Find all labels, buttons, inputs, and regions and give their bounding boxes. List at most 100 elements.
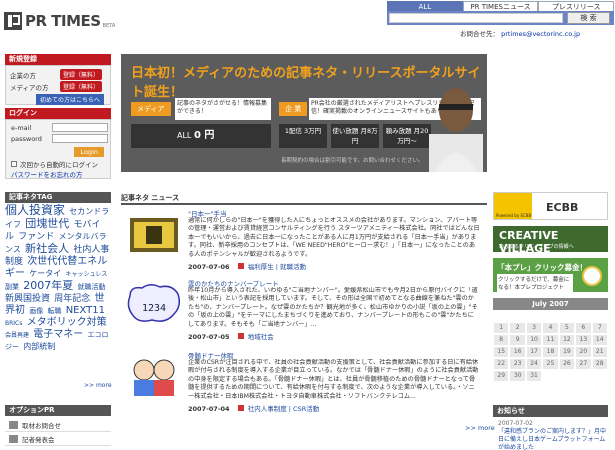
search-input[interactable]: [389, 13, 563, 23]
tag-link[interactable]: ケータイ: [29, 269, 61, 278]
register-company-button[interactable]: 登録（無料）: [60, 69, 103, 80]
registration-row-media: メディアの方 登録（無料）: [10, 81, 110, 92]
calendar-day[interactable]: 14: [592, 335, 607, 345]
calendar-day[interactable]: 30: [510, 371, 525, 381]
login-button[interactable]: Login: [74, 147, 104, 157]
media-price-prefix: ALL: [177, 131, 192, 140]
tag-link[interactable]: 会員再建: [5, 332, 29, 339]
option-list: 取材お問合せ 記者発表会: [5, 418, 111, 446]
ecbb-banner[interactable]: ECBB Powered by ECBB: [493, 192, 608, 220]
calendar-day[interactable]: 4: [543, 323, 558, 333]
tag-link[interactable]: 個人投資家: [5, 203, 65, 217]
calendar-day[interactable]: 20: [576, 347, 591, 357]
register-media-button[interactable]: 登録（無料）: [60, 81, 103, 92]
tag-link[interactable]: 団塊世代: [25, 217, 69, 230]
info-text[interactable]: 「違和感ブランのご案内します？」月中日に備えし日本ゲームプラットフォームが始めま…: [498, 428, 606, 450]
tag-link[interactable]: 電子マネー: [33, 329, 83, 340]
option-item[interactable]: 記者発表会: [5, 432, 111, 446]
news-meta: 2007-07-05 地域社会: [188, 331, 274, 341]
tag-link[interactable]: 副業: [5, 283, 19, 291]
news-more-link[interactable]: >> more: [465, 424, 495, 432]
calendar-day[interactable]: 15: [494, 347, 509, 357]
tag-link[interactable]: ファンド: [18, 232, 54, 242]
news-item[interactable]: 1234 雲のかたちのナンバープレート 昨年10月から導入された、いわゆる"ご当…: [121, 278, 487, 344]
calendar-day[interactable]: 21: [592, 347, 607, 357]
calendar-day[interactable]: 26: [559, 359, 575, 369]
calendar-day[interactable]: 25: [543, 359, 558, 369]
info-heading: お知らせ: [493, 405, 608, 417]
tag-link[interactable]: 新社会人: [25, 242, 69, 255]
press-conference-icon: [9, 434, 18, 443]
calendar-day[interactable]: 10: [526, 335, 542, 345]
calendar-day[interactable]: 31: [526, 371, 542, 381]
news-categories[interactable]: 地域社会: [248, 333, 274, 341]
tag-link[interactable]: メタボリック対策: [27, 317, 107, 328]
calendar-day[interactable]: 24: [526, 359, 542, 369]
password-field[interactable]: [52, 134, 108, 143]
news-item[interactable]: "日本一"手当 通常に何かしらの"日本一"を獲得した人にちょっとオススメの会社が…: [121, 208, 487, 274]
news-categories[interactable]: 社内人事制度 | CSR活動: [248, 405, 320, 413]
calendar-day[interactable]: 6: [576, 323, 591, 333]
creative-village-banner[interactable]: CREATIVE VILLAGE あらゆるクリエイティブの情報へ: [493, 226, 608, 255]
first-time-link[interactable]: 初めての方はこちらへ: [36, 94, 105, 105]
tag-link[interactable]: 画像: [29, 307, 43, 315]
calendar-day[interactable]: 13: [576, 335, 591, 345]
tag-more-link[interactable]: >> more: [84, 382, 112, 389]
tag-link[interactable]: キャッシュレス: [65, 271, 107, 278]
tag-link[interactable]: 転職: [47, 307, 61, 315]
media-price: ALL 0 円: [131, 124, 271, 148]
calendar-day[interactable]: 5: [559, 323, 575, 333]
tag-link[interactable]: 就職活動: [77, 283, 105, 291]
calendar-day[interactable]: 2: [510, 323, 525, 333]
logo[interactable]: PR TIMES BETA: [4, 10, 124, 32]
calendar-week: 22 23 24 25 26 27 28: [493, 358, 608, 370]
auto-login-checkbox[interactable]: [11, 161, 17, 167]
auto-login[interactable]: 次回から自動的にログイン: [11, 159, 98, 169]
calendar-day[interactable]: 22: [494, 359, 509, 369]
contact-email-link[interactable]: prtimes@vectorinc.co.jp: [501, 30, 580, 38]
search-button[interactable]: 検 索: [567, 12, 610, 24]
calendar-day[interactable]: 29: [494, 371, 509, 381]
calendar-day[interactable]: 8: [494, 335, 509, 345]
ecbb-sub: Powered by ECBB: [496, 213, 532, 218]
calendar-week: 29 30 31: [493, 370, 608, 382]
calendar-day[interactable]: 16: [510, 347, 525, 357]
tab-prtimes-news[interactable]: PR TIMESニュース: [462, 1, 539, 11]
calendar-day[interactable]: 23: [510, 359, 525, 369]
tag-link[interactable]: 新興国投資: [5, 294, 50, 304]
calendar-day[interactable]: 27: [576, 359, 591, 369]
hero-banner[interactable]: 日本初！メディアのための記事ネタ・リリースポータルサイト誕生！ メディア 記事の…: [121, 54, 487, 172]
tag-link[interactable]: 周年記念: [54, 294, 90, 304]
calendar-day[interactable]: 19: [559, 347, 575, 357]
calendar-day[interactable]: 9: [510, 335, 525, 345]
calendar-day[interactable]: 1: [494, 323, 509, 333]
news-item[interactable]: 骨髄ドナー休暇 企業のCSRが注目される中で、社員の社会貢献活動の支援策として、…: [121, 350, 487, 416]
calendar-day[interactable]: 7: [592, 323, 607, 333]
calendar-day[interactable]: 17: [526, 347, 542, 357]
forgot-password-link[interactable]: パスワードをお忘れの方: [11, 169, 83, 179]
option-item[interactable]: 取材お問合せ: [5, 418, 111, 432]
option-heading: オプションPR: [5, 405, 111, 416]
logo-beta: BETA: [102, 23, 116, 29]
calendar-day[interactable]: 3: [526, 323, 542, 333]
tag-link[interactable]: NEXT11: [66, 305, 105, 316]
tag-link[interactable]: BRICs: [5, 320, 22, 327]
tab-press-release[interactable]: プレスリリース: [538, 1, 615, 11]
calendar-day[interactable]: 12: [559, 335, 575, 345]
password-label: password: [11, 135, 42, 143]
registration-label: 企業の方: [10, 71, 36, 80]
honpre-banner[interactable]: 「本プレ」クリック募金！ クリックするだけで、募金になる！本プレプロジェクト: [493, 258, 608, 292]
tag-link[interactable]: 2007年夏: [23, 279, 73, 292]
calendar-day[interactable]: 11: [543, 335, 558, 345]
calendar-day[interactable]: 18: [543, 347, 558, 357]
honpre-label: 「本プレ」クリック募金！: [497, 263, 587, 272]
news-thumbnail: [126, 354, 182, 400]
email-field[interactable]: [52, 123, 108, 132]
logo-text: PR TIMES: [25, 12, 101, 30]
news-categories[interactable]: 福利厚生 | 就職活動: [248, 263, 306, 271]
tab-all[interactable]: ALL: [387, 1, 463, 11]
tag-link[interactable]: 内部統制: [23, 342, 55, 351]
registration-box: 企業の方 登録（無料） メディアの方 登録（無料） 初めての方はこちらへ: [5, 65, 111, 105]
news-meta: 2007-07-06 福利厚生 | 就職活動: [188, 261, 306, 271]
calendar-day[interactable]: 28: [592, 359, 607, 369]
